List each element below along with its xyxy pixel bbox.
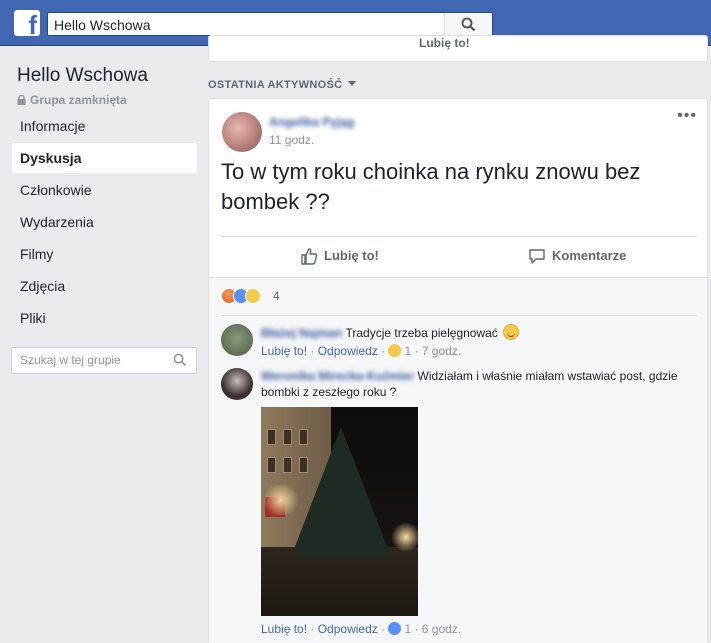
lock-icon [17,95,26,105]
recent-activity-header[interactable]: OSTATNIA AKTYWNOŚĆ [208,79,357,91]
more-options-icon[interactable]: ••• [677,108,697,124]
haha-reaction-icon [245,288,261,304]
like-reaction-icon [388,622,402,635]
post-card: Angelika Pyjąg 11 godz. ••• To w tym rok… [208,98,708,643]
commenter-avatar[interactable] [221,368,253,400]
comment-reply-link[interactable]: Odpowiedz [318,622,378,636]
smile-emoji-icon [503,324,520,340]
comment-reply-link[interactable]: Odpowiedz [318,344,378,358]
comment-reaction-count[interactable]: 1 [404,344,411,358]
comment-button[interactable]: Komentarze [528,245,668,267]
comment-like-link[interactable]: Lubię to! [261,622,307,636]
previous-post-card: Lubię to! [208,35,708,62]
christmas-tree [291,427,391,557]
comment-icon [529,249,545,264]
comment-timestamp[interactable]: 6 godz. [422,622,461,636]
comment-timestamp[interactable]: 7 godz. [422,344,461,358]
sidebar-item-informacje[interactable]: Informacje [12,111,197,141]
caret-down-icon [348,81,357,86]
sidebar-item-zdjecia[interactable]: Zdjęcia [12,271,197,301]
previous-like-button[interactable]: Lubię to! [419,36,470,50]
divider [221,315,697,316]
group-name[interactable]: Hello Wschowa [17,65,148,87]
sidebar-item-wydarzenia[interactable]: Wydarzenia [12,207,197,237]
search-icon[interactable] [173,353,187,367]
comment-body: Błażej Najman Tradycje trzeba pielęgnowa… [261,324,697,341]
post-action-bar: Lubię to! Komentarze [221,236,697,276]
global-search-input[interactable] [54,16,454,34]
comments-section: 4 Błażej Najman Tradycje trzeba pielęgno… [209,277,707,643]
sidebar-item-pliki[interactable]: Pliki [12,303,197,333]
comment-like-link[interactable]: Lubię to! [261,344,307,358]
group-search-box [11,347,197,374]
commenter-name[interactable]: Weronika Mirecka-Kuźmier [261,369,414,383]
haha-reaction-icon [388,344,402,357]
comment-photo[interactable] [261,407,418,616]
post-author-name[interactable]: Angelika Pyjąg [269,115,354,129]
like-button[interactable]: Lubię to! [300,245,420,267]
group-sidebar: Hello Wschowa Grupa zamknięta Informacje… [0,47,206,643]
sidebar-item-filmy[interactable]: Filmy [12,239,197,269]
reaction-count: 4 [273,289,280,303]
group-privacy: Grupa zamknięta [17,93,127,107]
global-search-box [47,12,493,36]
search-button[interactable] [444,13,492,35]
post-text: To w tym roku choinka na rynku znowu bez… [221,159,641,214]
group-search-input[interactable] [20,353,170,367]
comment-reaction-count[interactable]: 1 [404,622,411,636]
sidebar-item-czlonkowie[interactable]: Członkowie [12,175,197,205]
comment-body: Weronika Mirecka-Kuźmier Widziałam i wła… [261,368,697,400]
thumbs-up-icon [301,248,318,265]
facebook-logo[interactable]: f [14,10,40,38]
commenter-name[interactable]: Błażej Najman [261,326,342,340]
comment-meta: Lubię to! · Odpowiedz · 1 · 7 godz. [261,344,462,358]
sidebar-item-dyskusja[interactable]: Dyskusja [12,143,197,173]
post-timestamp[interactable]: 11 godz. [269,133,314,147]
comment-meta: Lubię to! · Odpowiedz · 1 · 6 godz. [261,622,462,636]
commenter-avatar[interactable] [221,324,253,356]
author-avatar[interactable] [222,112,262,152]
comment-text: Tradycje trzeba pielęgnować [345,326,498,340]
search-icon [461,17,476,32]
